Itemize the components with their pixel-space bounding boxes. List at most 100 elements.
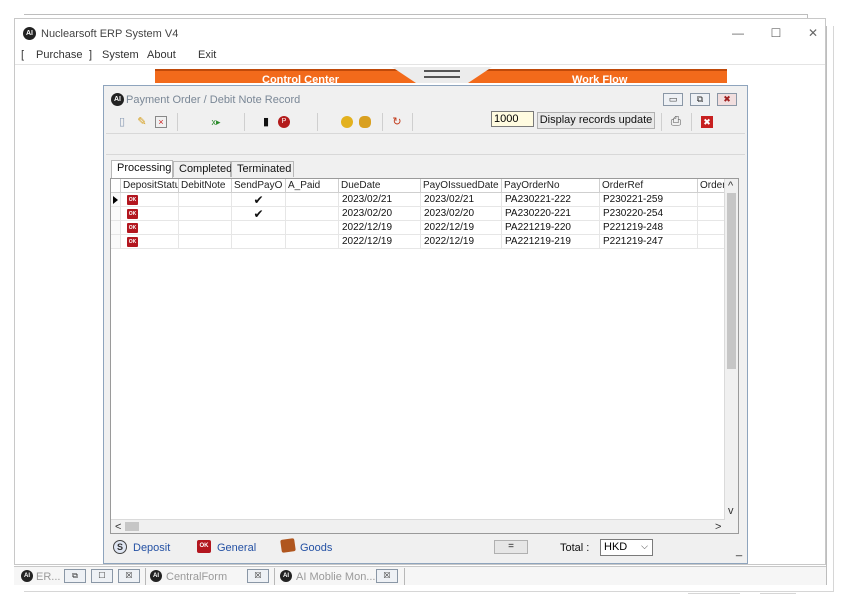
window-shadow-edge: [760, 593, 796, 594]
close-window-button[interactable]: ✕: [803, 25, 823, 41]
general-link[interactable]: General: [217, 542, 256, 554]
deposit-icon[interactable]: S: [113, 540, 127, 554]
taskbar-divider: [404, 568, 405, 585]
control-center-label[interactable]: Control Center: [262, 74, 339, 83]
taskbar-close-button[interactable]: ☒: [118, 569, 140, 583]
taskbar-item-erp[interactable]: ER...: [36, 571, 60, 583]
edit-pencil-icon[interactable]: ✎: [136, 116, 148, 128]
a-paid-cell: [285, 235, 338, 249]
column-header[interactable]: DueDate: [338, 179, 420, 193]
menu-item-exit[interactable]: Exit: [198, 49, 216, 61]
order-n-cell: [697, 235, 727, 249]
tab-completed[interactable]: Completed: [173, 161, 232, 177]
window-shadow-edge: [833, 26, 834, 591]
taskbar-close-button[interactable]: ☒: [247, 569, 269, 583]
record-limit-input[interactable]: [491, 111, 534, 127]
filter-band: [106, 133, 745, 155]
app-logo-icon: AI: [150, 570, 162, 582]
new-document-icon[interactable]: ▯: [116, 116, 128, 128]
ok-badge-icon: OK: [127, 209, 138, 219]
goods-box-icon[interactable]: [280, 538, 296, 553]
chevron-down-icon: ⌵: [641, 541, 648, 551]
table-row[interactable]: OK 2022/12/19 2022/12/19 PA221219-220 P2…: [111, 221, 727, 235]
scroll-right-arrow-icon[interactable]: >: [715, 521, 721, 533]
tab-terminated[interactable]: Terminated: [231, 161, 294, 177]
vertical-scroll-thumb[interactable]: [727, 193, 736, 369]
print-icon[interactable]: ⎙: [670, 114, 682, 127]
due-date-cell: 2022/12/19: [338, 221, 420, 235]
column-header[interactable]: SendPayO: [231, 179, 285, 193]
row-selector[interactable]: [111, 221, 120, 235]
scroll-left-arrow-icon[interactable]: <: [115, 521, 121, 533]
taskbar-item-centralform[interactable]: CentralForm: [166, 571, 227, 583]
row-selector[interactable]: [111, 193, 120, 207]
deposit-link[interactable]: Deposit: [133, 542, 170, 554]
pay-order-no-cell: PA221219-219: [501, 235, 599, 249]
send-payo-check-icon: ✔: [231, 207, 285, 221]
menu-lines-icon[interactable]: [424, 70, 460, 78]
scroll-up-arrow-icon[interactable]: ^: [728, 180, 733, 192]
dialog-minimize-button[interactable]: ▭: [663, 93, 683, 106]
column-header[interactable]: DepositStatus: [120, 179, 178, 193]
pdf-icon[interactable]: P: [278, 116, 290, 128]
hand-coin-icon[interactable]: [359, 116, 371, 128]
row-selector[interactable]: [111, 235, 120, 249]
app-logo-icon: AI: [23, 27, 36, 40]
debit-note-cell: [178, 235, 231, 249]
horizontal-scroll-thumb[interactable]: [125, 522, 139, 531]
table-row[interactable]: OK ✔ 2023/02/21 2023/02/21 PA230221-222 …: [111, 193, 727, 207]
deposit-status-cell: OK: [120, 235, 178, 249]
order-n-cell: [697, 221, 727, 235]
currency-select[interactable]: HKD ⌵: [600, 539, 653, 556]
window-title: Nuclearsoft ERP System V4: [41, 28, 179, 40]
refresh-icon[interactable]: ↻: [391, 116, 403, 128]
scroll-down-arrow-icon[interactable]: v: [728, 505, 734, 517]
current-row-pointer-icon: [113, 196, 118, 204]
taskbar-close-button[interactable]: ☒: [376, 569, 398, 583]
table-row[interactable]: OK ✔ 2023/02/20 2023/02/20 PA230220-221 …: [111, 207, 727, 221]
minimize-window-button[interactable]: —: [728, 25, 748, 41]
maximize-window-button[interactable]: ☐: [766, 25, 786, 41]
column-header[interactable]: PayOrderNo: [501, 179, 599, 193]
horizontal-scrollbar[interactable]: < >: [111, 519, 725, 533]
menu-item-about[interactable]: About: [147, 49, 176, 61]
title-bar: AI Nuclearsoft ERP System V4 — ☐ ✕: [15, 19, 825, 47]
dialog-close-button[interactable]: ✖: [717, 93, 737, 106]
issued-date-cell: 2023/02/20: [420, 207, 501, 221]
goods-link[interactable]: Goods: [300, 542, 332, 554]
coin-icon[interactable]: [341, 116, 353, 128]
vertical-scrollbar[interactable]: ^ v: [724, 179, 738, 533]
export-excel-icon[interactable]: x▸: [210, 116, 222, 128]
table-row[interactable]: OK 2022/12/19 2022/12/19 PA221219-219 P2…: [111, 235, 727, 249]
column-header[interactable]: PayOIssuedDate: [420, 179, 501, 193]
flag-icon[interactable]: ▮: [260, 116, 272, 128]
ok-badge-icon: OK: [127, 223, 138, 233]
menu-item-system[interactable]: System: [102, 49, 139, 61]
send-payo-check-icon: ✔: [231, 193, 285, 207]
toolbar-separator: [317, 113, 318, 131]
delete-icon[interactable]: ×: [155, 116, 167, 128]
display-records-update-button[interactable]: Display records update: [537, 112, 655, 129]
taskbar-restore-button[interactable]: ⧉: [64, 569, 86, 583]
close-red-icon[interactable]: ✖: [701, 116, 713, 128]
equals-button[interactable]: =: [494, 540, 528, 554]
row-selector[interactable]: [111, 207, 120, 221]
general-ok-icon[interactable]: OK: [197, 540, 211, 553]
work-flow-label[interactable]: Work Flow: [572, 74, 627, 83]
column-header[interactable]: OrderN: [697, 179, 727, 193]
due-date-cell: 2023/02/21: [338, 193, 420, 207]
a-paid-cell: [285, 221, 338, 235]
order-ref-cell: P221219-248: [599, 221, 697, 235]
taskbar-maximize-button[interactable]: ☐: [91, 569, 113, 583]
payment-order-dialog: AI Payment Order / Debit Note Record ▭ ⧉…: [103, 85, 748, 564]
column-header[interactable]: OrderRef: [599, 179, 697, 193]
menu-item-purchase[interactable]: Purchase: [36, 49, 82, 61]
column-header[interactable]: DebitNote: [178, 179, 231, 193]
dialog-restore-button[interactable]: ⧉: [690, 93, 710, 106]
tab-processing[interactable]: Processing: [111, 160, 173, 178]
taskbar-item-ai-mobile-monitor[interactable]: AI Moblie Mon...: [296, 571, 375, 583]
due-date-cell: 2023/02/20: [338, 207, 420, 221]
column-header[interactable]: A_Paid: [285, 179, 338, 193]
toolbar-separator: [691, 113, 692, 131]
deposit-status-cell: OK: [120, 221, 178, 235]
